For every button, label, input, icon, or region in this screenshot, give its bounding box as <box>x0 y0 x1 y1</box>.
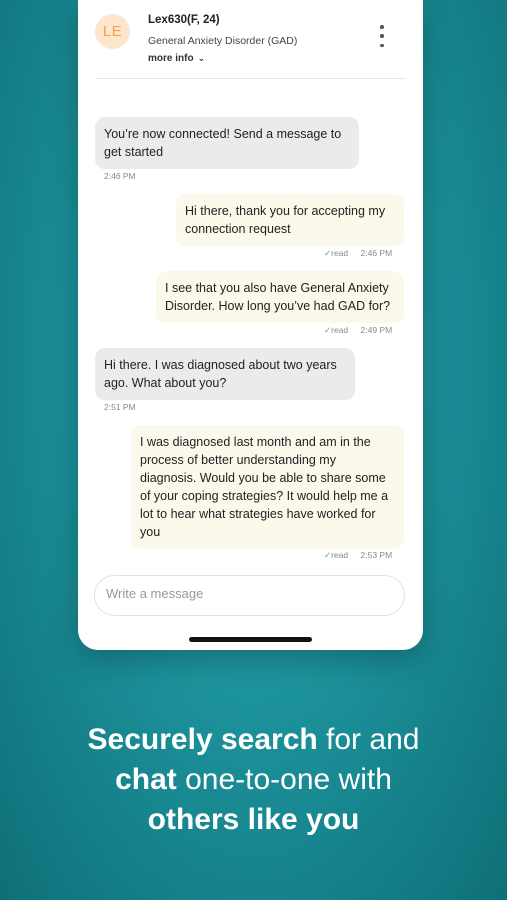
message-bubble-outgoing: I was diagnosed last month and am in the… <box>131 425 404 549</box>
avatar[interactable]: LE <box>95 14 130 49</box>
message-time: 2:51 PM <box>104 402 136 412</box>
phone-frame: LE Lex630(F, 24) General Anxiety Disorde… <box>78 0 423 650</box>
message-input[interactable]: Write a message <box>94 575 405 616</box>
tagline: Securely search for and chat one-to-one … <box>0 720 507 840</box>
header-divider <box>95 78 405 79</box>
home-indicator[interactable] <box>189 637 312 642</box>
read-status: read <box>331 248 349 258</box>
message-time: 2:46 PM <box>360 248 393 258</box>
message-time: 2:46 PM <box>104 171 136 181</box>
message-bubble-incoming: Hi there. I was diagnosed about two year… <box>95 348 355 400</box>
chat-header: LE Lex630(F, 24) General Anxiety Disorde… <box>78 0 423 80</box>
more-info-label: more info <box>148 53 194 64</box>
message-meta: ✓read 2:49 PM <box>324 325 392 336</box>
read-status: read <box>331 325 349 335</box>
message-bubble-incoming: You’re now connected! Send a message to … <box>95 117 359 169</box>
more-info-button[interactable]: more info ⌄ <box>148 53 205 64</box>
tagline-line-2: chat one-to-one with <box>115 763 392 796</box>
chevron-down-icon: ⌄ <box>197 53 206 63</box>
message-bubble-outgoing: I see that you also have General Anxiety… <box>156 271 404 323</box>
message-meta: ✓read 2:53 PM <box>324 550 392 561</box>
kebab-dot <box>380 25 384 29</box>
tagline-line-1: Securely search for and <box>87 723 420 756</box>
read-status: read <box>331 550 349 560</box>
message-meta: ✓read 2:46 PM <box>324 248 392 259</box>
message-time: 2:53 PM <box>360 550 393 560</box>
user-name: Lex630(F, 24) <box>148 14 220 26</box>
tagline-line-3: others like you <box>147 803 360 836</box>
kebab-dot <box>380 34 384 38</box>
kebab-dot <box>380 43 384 47</box>
message-time: 2:49 PM <box>360 325 393 335</box>
message-bubble-outgoing: Hi there, thank you for accepting my con… <box>176 194 404 246</box>
user-condition: General Anxiety Disorder (GAD) <box>148 35 298 47</box>
kebab-menu-icon[interactable] <box>374 25 390 47</box>
